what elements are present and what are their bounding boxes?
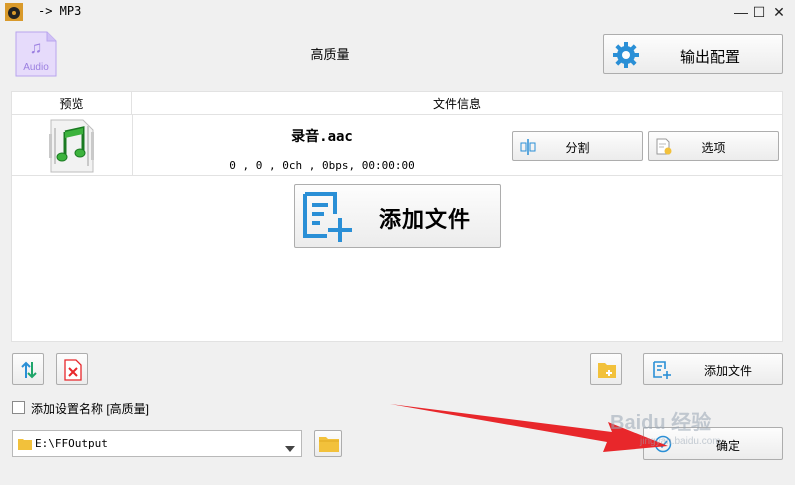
split-label: 分割	[565, 141, 590, 155]
file-name: 录音.aac	[291, 129, 353, 145]
svg-text:♫: ♫	[30, 38, 43, 57]
column-header-preview[interactable]: 预览	[12, 92, 132, 115]
add-file-big-button[interactable]: 添加文件	[294, 184, 501, 248]
save-name-checkbox[interactable]	[12, 401, 25, 414]
chevron-down-icon[interactable]	[285, 441, 295, 455]
add-file-label: 添加文件	[704, 364, 753, 378]
app-icon	[4, 2, 24, 22]
maximize-button[interactable]: ☐	[748, 2, 770, 22]
folder-icon	[319, 436, 339, 455]
add-file-icon	[301, 190, 355, 247]
window-title: -> MP3	[38, 4, 82, 18]
music-file-thumbnail	[47, 118, 97, 174]
check-circle-icon	[654, 435, 672, 456]
audio-badge-label: Audio	[23, 62, 49, 73]
file-list-panel: 预览 文件信息 录音.aac 0 , 0 , 0ch , 0bps, 00:00…	[11, 91, 783, 342]
options-button[interactable]: 选项	[648, 131, 779, 161]
file-metadata: 0 , 0 , 0ch , 0bps, 00:00:00	[229, 159, 415, 172]
close-button[interactable]: ✕	[768, 2, 790, 22]
column-header-file-info[interactable]: 文件信息	[132, 92, 782, 115]
ok-label: 确定	[716, 439, 741, 453]
save-name-label[interactable]: 添加设置名称 [高质量]	[31, 400, 149, 417]
output-path-select[interactable]: E:\FFOutput	[12, 430, 302, 457]
gear-icon	[612, 41, 640, 72]
row-divider	[132, 115, 133, 175]
add-file-icon	[652, 360, 672, 383]
split-button[interactable]: 分割	[512, 131, 643, 161]
add-folder-icon	[597, 360, 617, 383]
browse-folder-button[interactable]	[314, 430, 342, 457]
preset-name: 高质量	[310, 47, 350, 62]
add-file-button[interactable]: 添加文件	[643, 353, 783, 385]
title-bar: -> MP3 — ☐ ✕	[0, 0, 795, 24]
output-path-value: E:\FFOutput	[35, 437, 108, 450]
sort-button[interactable]	[12, 353, 44, 385]
audio-format-icon[interactable]: ♫ Audio	[15, 31, 57, 77]
output-config-label: 输出配置	[680, 49, 741, 66]
output-config-button[interactable]: 输出配置	[603, 34, 783, 74]
remove-file-button[interactable]	[56, 353, 88, 385]
folder-icon	[18, 438, 32, 453]
ok-button[interactable]: 确定	[643, 427, 783, 460]
row-divider	[12, 175, 782, 176]
remove-icon	[63, 359, 83, 384]
options-label: 选项	[701, 141, 726, 155]
add-folder-button[interactable]	[590, 353, 622, 385]
sort-arrows-icon	[19, 360, 39, 383]
add-file-big-label: 添加文件	[379, 207, 472, 233]
